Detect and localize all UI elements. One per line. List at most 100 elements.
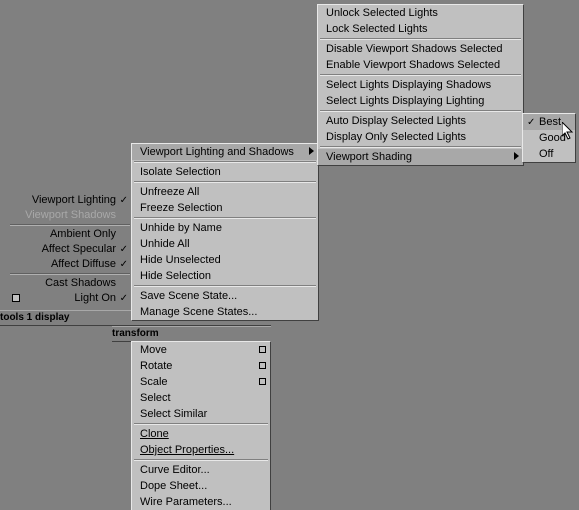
- label: Auto Display Selected Lights: [326, 115, 466, 127]
- label: Curve Editor...: [140, 464, 210, 476]
- label: Save Scene State...: [140, 290, 237, 302]
- label: Viewport Shading: [326, 151, 412, 163]
- menu-isolate-selection[interactable]: Isolate Selection: [132, 164, 318, 180]
- dialog-icon: [259, 362, 266, 369]
- label: Lock Selected Lights: [326, 23, 428, 35]
- opt-viewport-lighting[interactable]: Viewport Lighting ✓: [10, 193, 130, 208]
- label: Hide Unselected: [140, 254, 221, 266]
- label: Isolate Selection: [140, 166, 221, 178]
- menu-manage-scene-states[interactable]: Manage Scene States...: [132, 304, 318, 320]
- menu-dope-sheet[interactable]: Dope Sheet...: [132, 478, 270, 494]
- label: Good: [539, 132, 566, 144]
- display-menu: Viewport Lighting and Shadows Isolate Se…: [131, 143, 319, 321]
- label: Select Lights Displaying Shadows: [326, 79, 491, 91]
- menu-shading-best[interactable]: ✓ Best: [523, 114, 575, 130]
- label: Viewport Lighting and Shadows: [140, 146, 294, 158]
- check-icon: ✓: [120, 242, 128, 257]
- bar-display-label: display: [35, 312, 69, 323]
- menu-rotate[interactable]: Rotate: [132, 358, 270, 374]
- separator: [320, 38, 521, 40]
- label: Rotate: [140, 360, 172, 372]
- menu-hide-selection[interactable]: Hide Selection: [132, 268, 318, 284]
- label: Wire Parameters...: [140, 496, 232, 508]
- menu-shading-off[interactable]: Off: [523, 146, 575, 162]
- opt-ambient-only[interactable]: Ambient Only: [10, 227, 130, 242]
- check-icon: ✓: [120, 257, 128, 272]
- bar-transform-label: transform: [112, 328, 159, 339]
- opt-cast-shadows[interactable]: Cast Shadows: [10, 276, 130, 291]
- label: Scale: [140, 376, 168, 388]
- menu-auto-display-lights[interactable]: Auto Display Selected Lights: [318, 113, 523, 129]
- opt-affect-specular[interactable]: Affect Specular ✓: [10, 242, 130, 257]
- label: Light On: [74, 292, 116, 304]
- menu-clone[interactable]: Clone: [132, 426, 270, 442]
- submenu-arrow-icon: [514, 152, 519, 160]
- menu-lock-lights[interactable]: Lock Selected Lights: [318, 21, 523, 37]
- menu-unhide-by-name[interactable]: Unhide by Name: [132, 220, 318, 236]
- label: Unhide by Name: [140, 222, 222, 234]
- separator: [134, 217, 316, 219]
- opt-affect-diffuse[interactable]: Affect Diffuse ✓: [10, 257, 130, 272]
- label: Enable Viewport Shadows Selected: [326, 59, 500, 71]
- separator: [320, 110, 521, 112]
- label: Move: [140, 344, 167, 356]
- menu-move[interactable]: Move: [132, 342, 270, 358]
- shading-submenu: ✓ Best Good Off: [522, 113, 576, 163]
- menu-curve-editor[interactable]: Curve Editor...: [132, 462, 270, 478]
- check-icon: ✓: [120, 291, 128, 306]
- label: Unhide All: [140, 238, 190, 250]
- label: Object Properties...: [140, 444, 234, 456]
- separator: [10, 273, 130, 275]
- label: Viewport Lighting: [32, 194, 116, 206]
- menu-unfreeze-all[interactable]: Unfreeze All: [132, 184, 318, 200]
- menu-freeze-selection[interactable]: Freeze Selection: [132, 200, 318, 216]
- menu-select-similar[interactable]: Select Similar: [132, 406, 270, 422]
- menu-wire-parameters[interactable]: Wire Parameters...: [132, 494, 270, 510]
- dialog-icon: [259, 346, 266, 353]
- vls-submenu: Unlock Selected Lights Lock Selected Lig…: [317, 4, 524, 166]
- menu-shading-good[interactable]: Good: [523, 130, 575, 146]
- menu-viewport-shading[interactable]: Viewport Shading: [318, 149, 523, 165]
- label: Unfreeze All: [140, 186, 199, 198]
- menu-scale[interactable]: Scale: [132, 374, 270, 390]
- separator: [134, 459, 268, 461]
- menu-unlock-lights[interactable]: Unlock Selected Lights: [318, 5, 523, 21]
- separator: [10, 224, 130, 226]
- menu-save-scene-state[interactable]: Save Scene State...: [132, 288, 318, 304]
- opt-viewport-shadows[interactable]: Viewport Shadows: [10, 208, 130, 223]
- menu-select-lights-shadows[interactable]: Select Lights Displaying Shadows: [318, 77, 523, 93]
- label: Hide Selection: [140, 270, 211, 282]
- label: Freeze Selection: [140, 202, 223, 214]
- label: Affect Diffuse: [51, 258, 116, 270]
- check-icon: ✓: [527, 115, 535, 131]
- label: Select: [140, 392, 171, 404]
- menu-hide-unselected[interactable]: Hide Unselected: [132, 252, 318, 268]
- separator: [320, 146, 521, 148]
- menu-display-only-lights[interactable]: Display Only Selected Lights: [318, 129, 523, 145]
- label: Ambient Only: [50, 228, 116, 240]
- label: Display Only Selected Lights: [326, 131, 466, 143]
- menu-unhide-all[interactable]: Unhide All: [132, 236, 318, 252]
- menu-select-lights-lighting[interactable]: Select Lights Displaying Lighting: [318, 93, 523, 109]
- menu-enable-vp-shadows[interactable]: Enable Viewport Shadows Selected: [318, 57, 523, 73]
- label: Cast Shadows: [45, 277, 116, 289]
- separator: [134, 423, 268, 425]
- menu-object-properties[interactable]: Object Properties...: [132, 442, 270, 458]
- bar-transform: transform: [112, 326, 271, 342]
- opt-light-on[interactable]: Light On ✓: [10, 291, 130, 306]
- menu-disable-vp-shadows[interactable]: Disable Viewport Shadows Selected: [318, 41, 523, 57]
- label: Best: [539, 116, 561, 128]
- label: Dope Sheet...: [140, 480, 207, 492]
- menu-select[interactable]: Select: [132, 390, 270, 406]
- square-icon: [12, 294, 20, 302]
- label: Clone: [140, 428, 169, 440]
- label: Disable Viewport Shadows Selected: [326, 43, 503, 55]
- label: Manage Scene States...: [140, 306, 257, 318]
- label: Affect Specular: [42, 243, 116, 255]
- label: Off: [539, 148, 553, 160]
- menu-viewport-lighting-shadows[interactable]: Viewport Lighting and Shadows: [132, 144, 318, 160]
- separator: [320, 74, 521, 76]
- transform-menu: Move Rotate Scale Select Select Similar …: [131, 341, 271, 510]
- check-icon: ✓: [120, 193, 128, 208]
- separator: [134, 181, 316, 183]
